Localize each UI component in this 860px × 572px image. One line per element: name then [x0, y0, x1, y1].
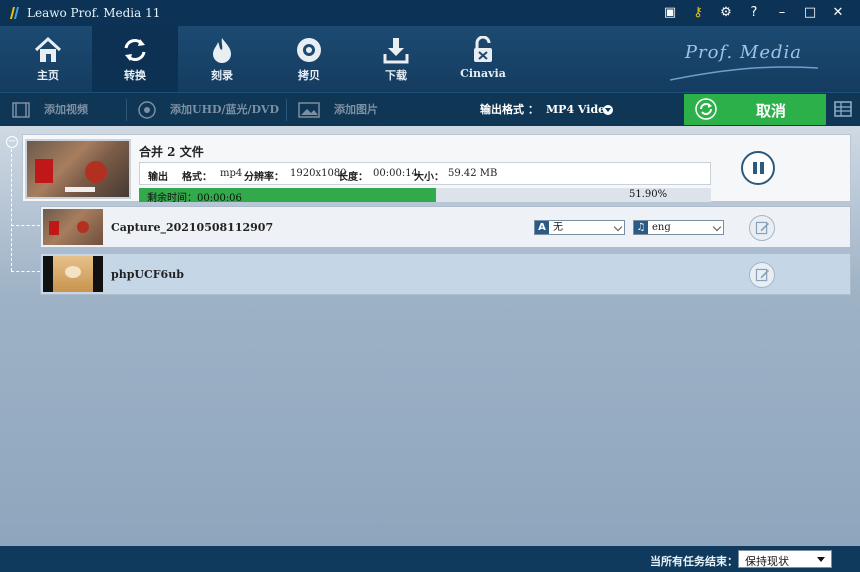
merge-thumbnail	[25, 139, 131, 199]
nav-download[interactable]: 下载	[353, 26, 439, 92]
film-icon	[12, 102, 30, 118]
when-finished-select[interactable]: 保持现状	[738, 550, 832, 568]
tree-connector	[11, 149, 12, 271]
unlock-icon	[474, 36, 492, 62]
convert-icon	[124, 39, 146, 61]
file-thumbnail	[43, 209, 103, 245]
status-bar: 当所有任务结束： 保持现状	[0, 546, 860, 572]
audio-value: eng	[652, 222, 671, 233]
format-label: 格式：	[182, 172, 212, 183]
gear-icon[interactable]: ⚙	[712, 4, 740, 22]
nav-label-home: 主页	[37, 69, 59, 82]
message-icon[interactable]: ▣	[656, 4, 684, 22]
merge-title: 合并 2 文件	[139, 145, 204, 159]
size-label: 大小：	[414, 172, 444, 183]
cancel-label: 取消	[756, 102, 787, 120]
title-bar: Leawo Prof. Media 11 ▣ ⚷ ⚙ ? – □ ✕	[0, 0, 860, 26]
image-icon	[298, 102, 320, 118]
chevron-down-icon	[613, 222, 623, 232]
format-value: mp4	[220, 168, 243, 179]
maximize-icon[interactable]: □	[796, 4, 824, 22]
home-icon	[34, 36, 62, 62]
refresh-icon	[695, 98, 717, 120]
nav-label-download: 下载	[385, 69, 407, 82]
download-icon	[383, 38, 409, 64]
length-value: 00:00:14	[373, 168, 418, 179]
subtitle-select[interactable]: A 无	[534, 220, 625, 235]
key-icon[interactable]: ⚷	[684, 4, 712, 22]
file-name: Capture_20210508112907	[111, 221, 274, 234]
disc-add-icon	[138, 101, 156, 119]
length-label: 长度：	[338, 172, 368, 183]
brand-logo-text: Prof. Media	[684, 42, 802, 63]
collapse-icon[interactable]: −	[6, 136, 18, 148]
disc-icon	[297, 38, 321, 62]
window-controls: ▣ ⚷ ⚙ ? – □ ✕	[656, 4, 852, 22]
file-row[interactable]: Capture_20210508112907 A 无 ♫ eng	[40, 206, 851, 248]
minimize-icon[interactable]: –	[768, 4, 796, 22]
subtitle-value: 无	[553, 222, 563, 233]
nav-label-cinavia: Cinavia	[460, 67, 506, 80]
music-icon: ♫	[634, 221, 648, 234]
file-name: phpUCF6ub	[111, 268, 184, 281]
burn-icon	[213, 38, 231, 63]
add-photo-button[interactable]: 添加图片	[298, 93, 398, 127]
toolbar-divider	[286, 99, 287, 121]
nav-cinavia[interactable]: Cinavia	[440, 26, 526, 92]
file-thumbnail	[43, 256, 103, 292]
nav-convert[interactable]: 转换	[92, 26, 178, 92]
nav-copy[interactable]: 拷贝	[266, 26, 352, 92]
main-navigation: 主页 转换 刻录 拷贝 下载 Cinavia Prof. Media	[0, 26, 860, 92]
chevron-down-icon	[817, 557, 825, 562]
help-icon[interactable]: ?	[740, 4, 768, 22]
output-label: 输出	[148, 172, 168, 183]
remaining-time: 剩余时间：00:00:06	[147, 193, 242, 204]
add-video-button[interactable]: 添加视频	[12, 93, 124, 127]
subtitle-icon: A	[535, 221, 549, 234]
edit-icon[interactable]	[749, 262, 775, 288]
chevron-down-icon[interactable]	[603, 105, 613, 115]
size-value: 59.42 MB	[448, 168, 498, 179]
app-title: Leawo Prof. Media 11	[27, 6, 161, 20]
nav-label-burn: 刻录	[211, 69, 233, 82]
pause-button[interactable]	[741, 151, 775, 185]
tree-connector	[11, 225, 40, 226]
conversion-list: − 合并 2 文件 输出 格式： mp4 分辨率： 1920x1080 长度： …	[0, 126, 860, 546]
list-view-icon[interactable]	[834, 100, 852, 118]
toolbar-divider	[126, 99, 127, 121]
progress-bar: 剩余时间：00:00:06 51.90%	[139, 188, 711, 204]
when-finished-value: 保持现状	[745, 555, 789, 568]
app-logo-icon	[10, 7, 19, 19]
close-icon[interactable]: ✕	[824, 4, 852, 22]
merge-task-card: 合并 2 文件 输出 格式： mp4 分辨率： 1920x1080 长度： 00…	[22, 134, 851, 204]
cancel-button[interactable]: 取消	[684, 94, 826, 125]
tree-connector	[11, 271, 40, 272]
resolution-label: 分辨率：	[244, 172, 284, 183]
nav-label-convert: 转换	[124, 69, 146, 82]
output-info: 输出 格式： mp4 分辨率： 1920x1080 长度： 00:00:14 大…	[139, 162, 711, 185]
add-video-label: 添加视频	[44, 103, 88, 116]
audio-select[interactable]: ♫ eng	[633, 220, 724, 235]
when-finished-label: 当所有任务结束：	[650, 555, 738, 568]
add-uhd-label: 添加UHD/蓝光/DVD	[170, 103, 279, 116]
file-row[interactable]: phpUCF6ub	[40, 253, 851, 295]
add-uhd-button[interactable]: 添加UHD/蓝光/DVD	[138, 93, 282, 127]
add-photo-label: 添加图片	[334, 103, 378, 116]
progress-percent: 51.90%	[629, 189, 668, 200]
nav-home[interactable]: 主页	[5, 26, 91, 92]
chevron-down-icon	[712, 222, 722, 232]
nav-burn[interactable]: 刻录	[179, 26, 265, 92]
edit-icon[interactable]	[749, 215, 775, 241]
nav-label-copy: 拷贝	[298, 69, 320, 82]
output-format-label: 输出格式 ：	[480, 103, 539, 116]
